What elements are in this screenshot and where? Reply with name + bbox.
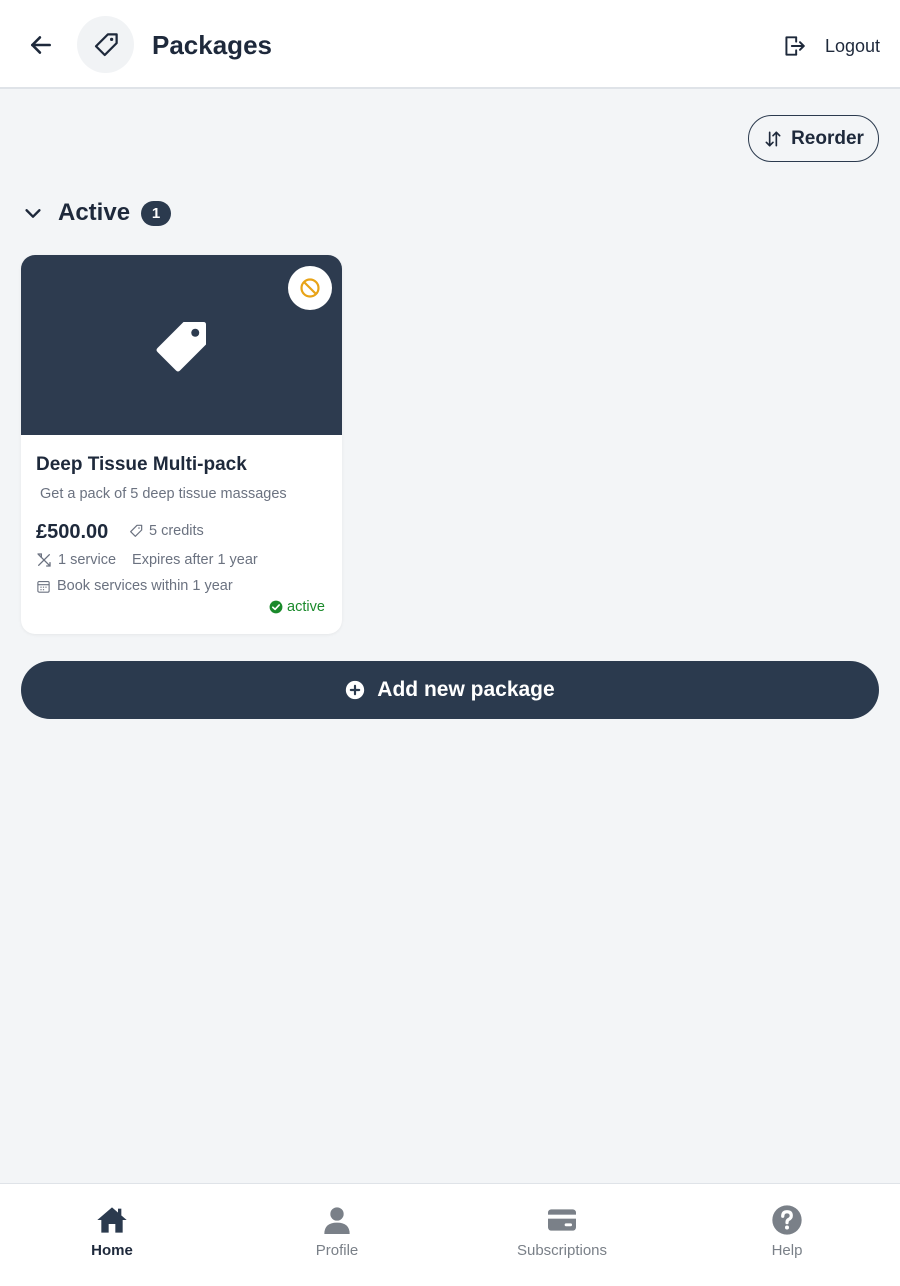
help-icon	[772, 1205, 802, 1235]
nav-label: Profile	[315, 1242, 359, 1259]
active-section-toggle[interactable]: Active 1	[22, 196, 172, 230]
nav-label: Subscriptions	[516, 1242, 608, 1259]
nav-help[interactable]: Help	[707, 1204, 867, 1259]
tag-icon	[94, 32, 118, 56]
package-name: Deep Tissue Multi-pack	[36, 454, 247, 475]
back-button[interactable]	[22, 26, 60, 64]
page-icon	[77, 16, 134, 73]
back-arrow-icon	[31, 36, 51, 54]
reorder-label: Reorder	[791, 127, 864, 149]
chevron-down-icon	[25, 209, 41, 218]
nav-profile[interactable]: Profile	[257, 1204, 417, 1259]
nav-label: Help	[771, 1242, 803, 1259]
credits-label: 5 credits	[149, 523, 204, 539]
block-icon	[300, 278, 320, 298]
tag-icon	[156, 322, 206, 372]
add-package-label: Add new package	[377, 678, 555, 701]
deactivate-button[interactable]	[288, 266, 332, 310]
booking-row: Book services within 1 year	[36, 578, 233, 594]
card-image	[21, 255, 342, 435]
booking-window: Book services within 1 year	[57, 578, 233, 594]
package-description: Get a pack of 5 deep tissue massages	[40, 486, 287, 502]
service-count: 1 service	[58, 552, 117, 568]
bottom-nav: Home Profile Subscriptions Help	[0, 1183, 900, 1286]
count-badge: 1	[141, 200, 172, 226]
package-card[interactable]: Deep Tissue Multi-pack Get a pack of 5 d…	[21, 255, 342, 634]
section-title: Active	[58, 199, 131, 226]
expiry-label: Expires after 1 year	[132, 552, 258, 568]
check-circle-icon	[269, 600, 283, 614]
status-label: active	[287, 599, 325, 615]
nav-label: Home	[91, 1242, 133, 1259]
reorder-button[interactable]: Reorder	[748, 115, 879, 162]
credits-info: 5 credits	[128, 523, 204, 539]
page-title: Packages	[152, 30, 272, 60]
logout-label: Logout	[824, 35, 880, 56]
plus-circle-icon	[346, 680, 365, 700]
logout-icon	[785, 36, 805, 56]
logout-button[interactable]: Logout	[781, 30, 880, 62]
service-row: 1 service Expires after 1 year	[36, 552, 258, 568]
person-icon	[324, 1207, 350, 1234]
tag-outline-icon	[130, 524, 143, 537]
add-package-button[interactable]: Add new package	[21, 661, 879, 719]
nav-home[interactable]: Home	[32, 1204, 192, 1259]
app: Packages Logout Reorder Active 1 Deep Ti…	[0, 0, 900, 1286]
home-icon	[97, 1207, 127, 1233]
tools-icon	[37, 553, 51, 567]
card-icon	[548, 1209, 576, 1231]
nav-subscriptions[interactable]: Subscriptions	[482, 1204, 642, 1259]
sort-arrows-icon	[765, 131, 781, 146]
status-badge: active	[269, 599, 325, 615]
calendar-icon	[37, 580, 50, 593]
top-header: Packages Logout	[0, 0, 900, 89]
package-price: £500.00	[36, 521, 109, 543]
